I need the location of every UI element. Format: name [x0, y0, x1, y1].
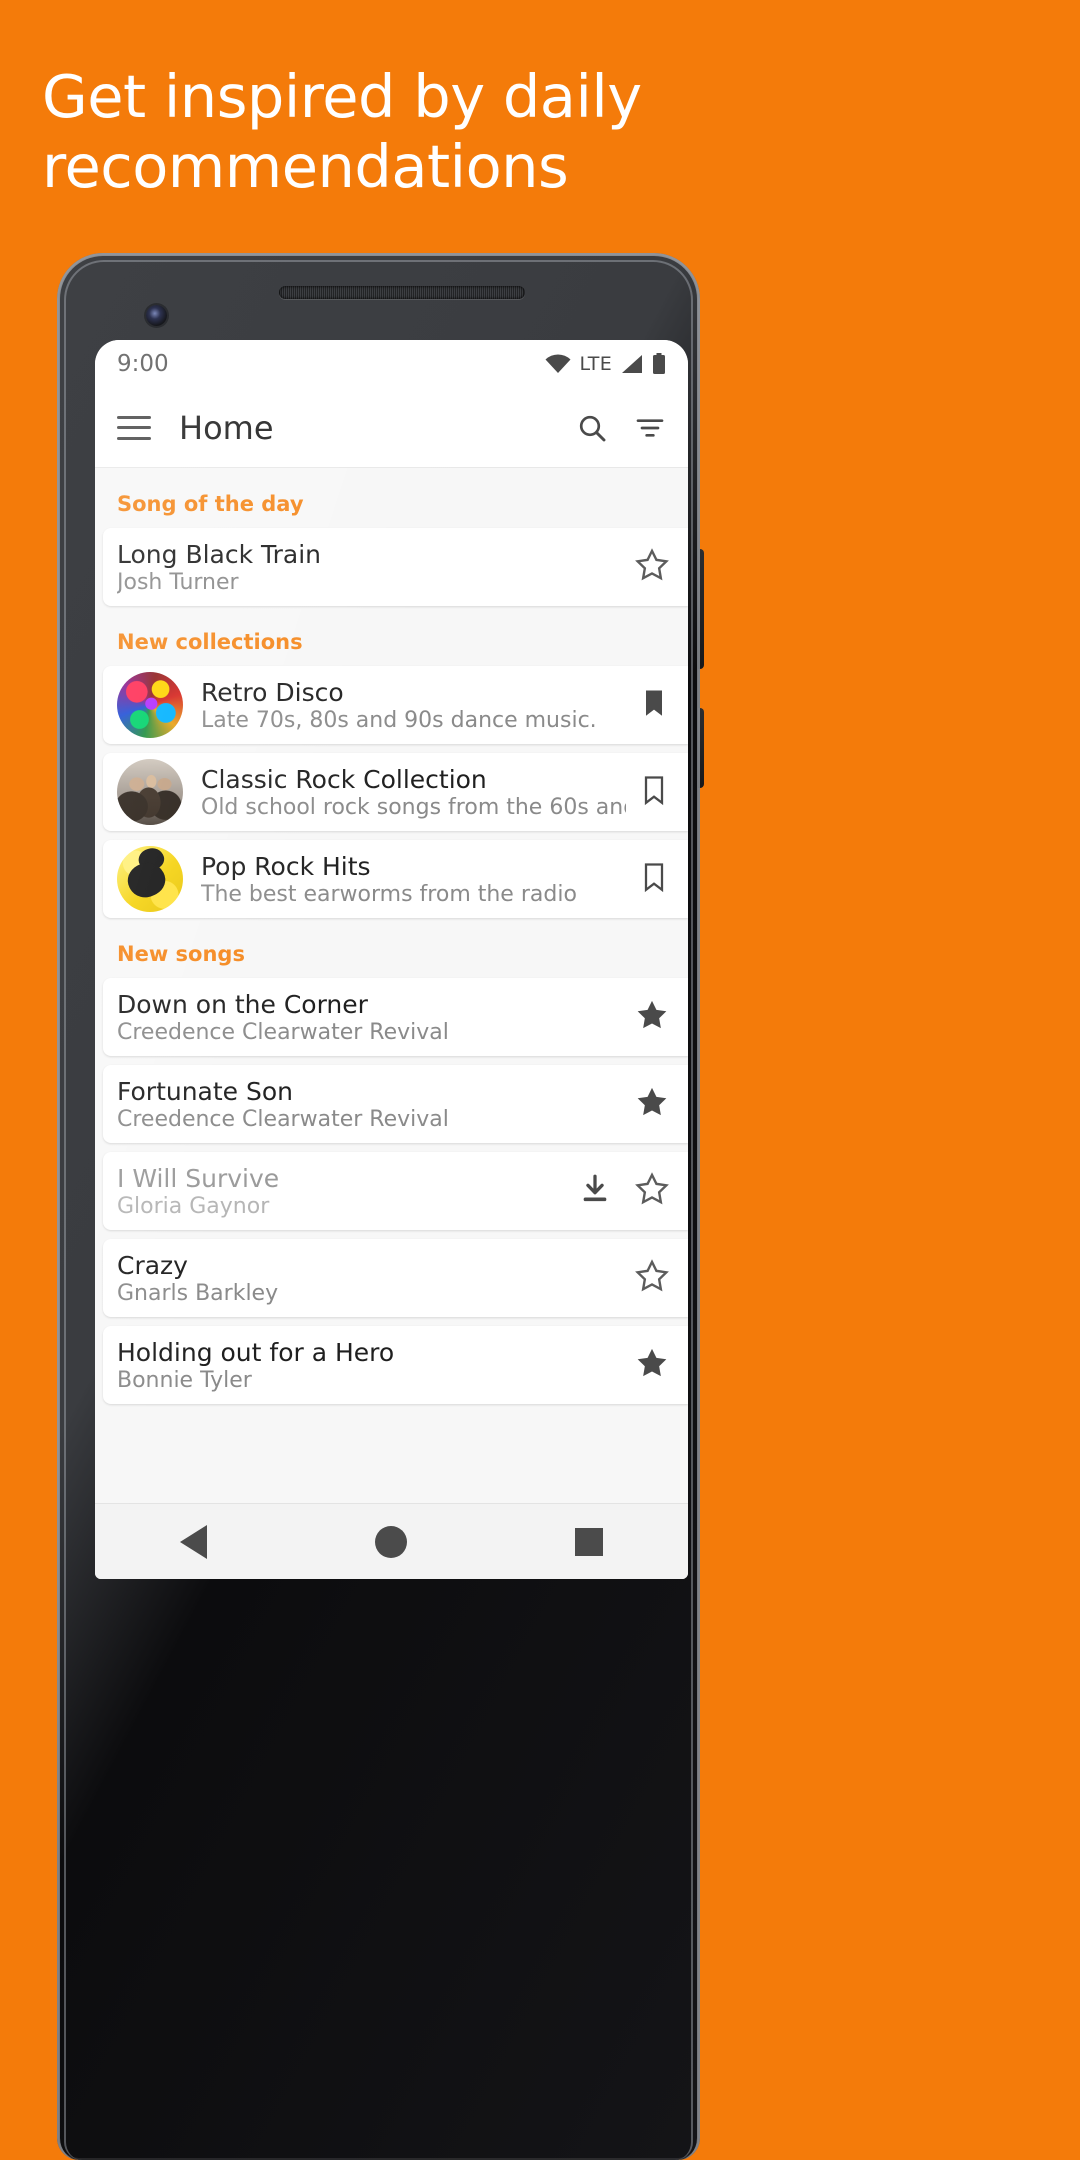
phone-mockup: 9:00 LTE Home Song of the day Long Black…: [57, 253, 704, 2160]
battery-icon: [652, 353, 666, 375]
song-row[interactable]: Crazy Gnarls Barkley: [103, 1239, 688, 1317]
song-artist: Gnarls Barkley: [117, 1280, 279, 1306]
android-navigation-bar: [95, 1503, 688, 1579]
earpiece-speaker: [279, 286, 525, 299]
collection-title: Classic Rock Collection: [201, 764, 487, 794]
song-texts: Long Black Train Josh Turner: [117, 540, 622, 595]
favorite-star-outline-icon[interactable]: [634, 1258, 670, 1298]
network-type-label: LTE: [579, 353, 612, 375]
song-row[interactable]: I Will Survive Gloria Gaynor: [103, 1152, 688, 1230]
favorite-star-filled-icon[interactable]: [634, 1084, 670, 1124]
favorite-star-filled-icon[interactable]: [634, 1345, 670, 1385]
recents-square-icon: [575, 1527, 604, 1556]
collection-row[interactable]: Pop Rock Hits The best earworms from the…: [103, 840, 688, 918]
song-actions: [634, 997, 670, 1037]
section-header-new-songs: New songs: [95, 918, 688, 978]
song-artist: Josh Turner: [117, 569, 239, 595]
signal-icon: [621, 354, 643, 374]
song-title: Down on the Corner: [117, 989, 368, 1019]
app-bar-title: Home: [179, 408, 274, 447]
song-actions: [634, 1258, 670, 1298]
song-row[interactable]: Holding out for a Hero Bonnie Tyler: [103, 1326, 688, 1404]
hamburger-menu-icon[interactable]: [117, 415, 151, 440]
song-row[interactable]: Fortunate Son Creedence Clearwater Reviv…: [103, 1065, 688, 1143]
song-actions: [634, 547, 670, 587]
favorite-star-outline-icon[interactable]: [634, 1171, 670, 1211]
app-bar: Home: [95, 388, 688, 468]
song-title: Fortunate Son: [117, 1076, 294, 1106]
song-texts: Down on the Corner Creedence Clearwater …: [117, 990, 622, 1045]
song-artist: Creedence Clearwater Revival: [117, 1106, 449, 1132]
front-camera: [146, 305, 167, 326]
nav-home-button[interactable]: [346, 1514, 436, 1570]
phone-volume-button: [698, 708, 704, 788]
song-title: Holding out for a Hero: [117, 1337, 395, 1367]
collection-description: Old school rock songs from the 60s and…: [201, 794, 626, 820]
song-title: Long Black Train: [117, 539, 322, 569]
status-icons: LTE: [545, 353, 666, 375]
collection-actions: [638, 774, 670, 810]
nav-back-button[interactable]: [149, 1514, 239, 1570]
collection-artwork: [117, 846, 183, 912]
favorite-star-outline-icon[interactable]: [634, 547, 670, 587]
bookmark-outline-icon[interactable]: [638, 861, 670, 897]
search-icon[interactable]: [576, 412, 608, 444]
collection-texts: Classic Rock Collection Old school rock …: [201, 765, 626, 820]
collection-texts: Retro Disco Late 70s, 80s and 90s dance …: [201, 678, 626, 733]
song-artist: Creedence Clearwater Revival: [117, 1019, 449, 1045]
status-time: 9:00: [117, 351, 169, 377]
collection-title: Retro Disco: [201, 677, 344, 707]
home-circle-icon: [375, 1525, 408, 1558]
collection-description: The best earworms from the radio: [201, 881, 577, 907]
song-title: Crazy: [117, 1250, 188, 1280]
song-actions: [634, 1084, 670, 1124]
song-title: I Will Survive: [117, 1163, 280, 1193]
song-artist: Bonnie Tyler: [117, 1367, 252, 1393]
collection-description: Late 70s, 80s and 90s dance music.: [201, 707, 597, 733]
collection-row[interactable]: Retro Disco Late 70s, 80s and 90s dance …: [103, 666, 688, 744]
collection-artwork: [117, 759, 183, 825]
section-header-song-of-the-day: Song of the day: [95, 468, 688, 528]
page-title: Get inspired by daily recommendations: [42, 62, 642, 201]
phone-power-button: [698, 549, 704, 669]
home-list[interactable]: Song of the day Long Black Train Josh Tu…: [95, 468, 688, 1503]
download-icon[interactable]: [578, 1172, 612, 1210]
collection-artwork: [117, 672, 183, 738]
song-row[interactable]: Down on the Corner Creedence Clearwater …: [103, 978, 688, 1056]
back-triangle-icon: [180, 1524, 208, 1559]
collection-title: Pop Rock Hits: [201, 851, 371, 881]
status-bar: 9:00 LTE: [95, 340, 688, 388]
wifi-icon: [545, 354, 571, 374]
bookmark-outline-icon[interactable]: [638, 774, 670, 810]
phone-screen: 9:00 LTE Home Song of the day Long Black…: [95, 340, 688, 1579]
collection-row[interactable]: Classic Rock Collection Old school rock …: [103, 753, 688, 831]
filter-icon[interactable]: [634, 412, 666, 444]
song-row[interactable]: Long Black Train Josh Turner: [103, 528, 688, 606]
nav-recents-button[interactable]: [544, 1514, 634, 1570]
song-artist: Gloria Gaynor: [117, 1193, 270, 1219]
song-texts: Holding out for a Hero Bonnie Tyler: [117, 1338, 622, 1393]
song-actions: [578, 1171, 670, 1211]
collection-texts: Pop Rock Hits The best earworms from the…: [201, 852, 626, 907]
collection-actions: [638, 861, 670, 897]
song-texts: Crazy Gnarls Barkley: [117, 1251, 622, 1306]
song-actions: [634, 1345, 670, 1385]
favorite-star-filled-icon[interactable]: [634, 997, 670, 1037]
collection-actions: [638, 687, 670, 723]
song-texts: Fortunate Son Creedence Clearwater Reviv…: [117, 1077, 622, 1132]
song-texts: I Will Survive Gloria Gaynor: [117, 1164, 566, 1219]
section-header-new-collections: New collections: [95, 606, 688, 666]
bookmark-filled-icon[interactable]: [638, 687, 670, 723]
